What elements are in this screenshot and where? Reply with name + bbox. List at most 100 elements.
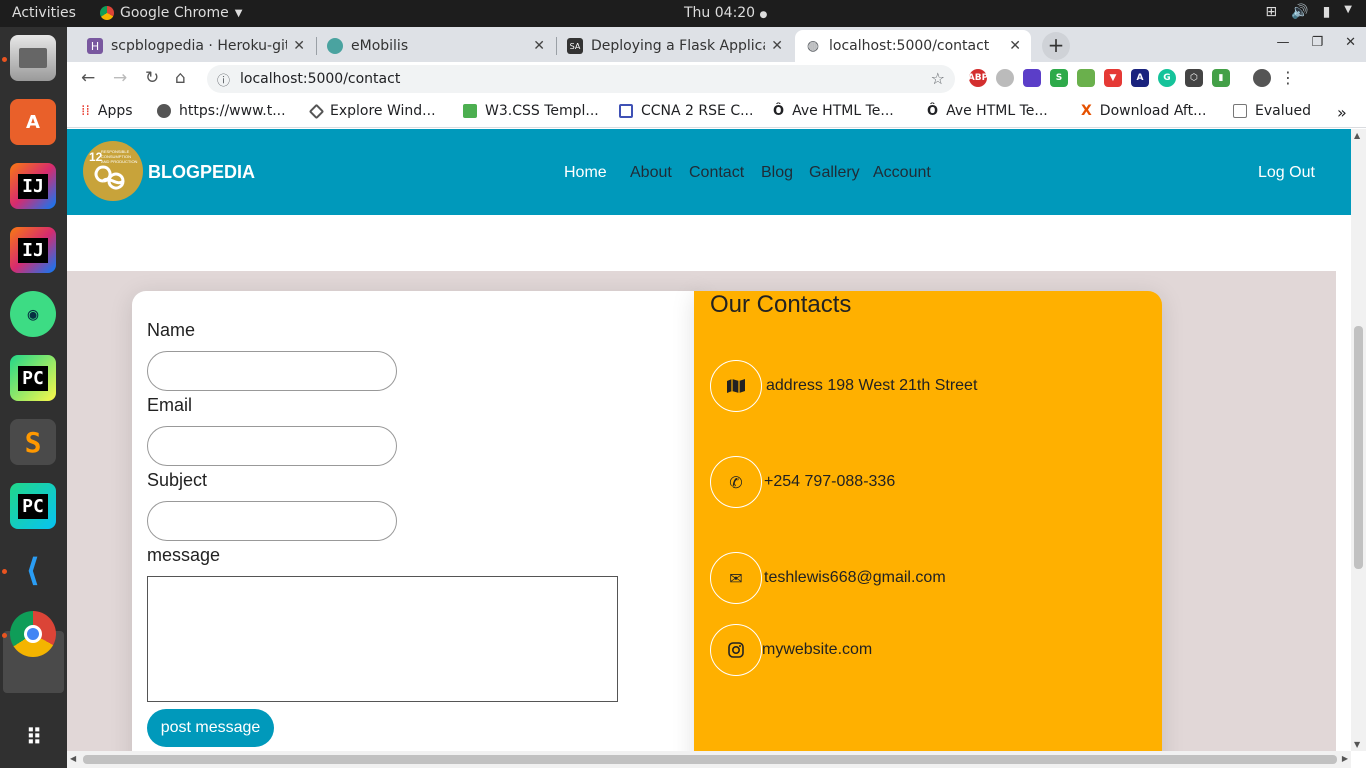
maximize-icon[interactable]: ❐ (1311, 35, 1323, 50)
contact-section: Name Email Subject message post message … (67, 271, 1336, 751)
clock-label: Thu 04:20 (684, 5, 756, 21)
home-button[interactable]: ⌂ (175, 68, 186, 88)
bookmark-item[interactable]: Explore Wind... (308, 103, 436, 119)
activities-button[interactable]: Activities (12, 5, 76, 21)
android-studio-icon[interactable]: ◉ (10, 291, 56, 337)
bookmark-item[interactable]: Ô Ave HTML Te... (927, 103, 1048, 119)
bookmark-label: Explore Wind... (330, 103, 436, 119)
contact-address: address 198 West 21th Street (710, 360, 977, 412)
nav-blog[interactable]: Blog (761, 164, 793, 182)
horizontal-scroll-thumb[interactable] (83, 755, 1337, 764)
tab-deploying-flask[interactable]: SA Deploying a Flask Applica ✕ (557, 30, 793, 62)
address-bar[interactable]: ⓘ localhost:5000/contact ☆ (207, 65, 955, 93)
bookmark-star-icon[interactable]: ☆ (931, 69, 945, 88)
nav-home[interactable]: Home (564, 164, 607, 182)
scroll-up-icon[interactable]: ▲ (1354, 131, 1360, 140)
intellij-icon[interactable]: IJ (10, 163, 56, 209)
minimize-icon[interactable]: — (1276, 35, 1289, 50)
name-field[interactable] (147, 351, 397, 391)
email-field[interactable] (147, 426, 397, 466)
tab-title: localhost:5000/contact (829, 38, 990, 54)
files-icon[interactable] (10, 35, 56, 81)
battery-icon: ▮ (1322, 4, 1331, 20)
menu-kebab-icon[interactable]: ⋮ (1280, 69, 1296, 87)
grammarly-icon[interactable]: G (1158, 69, 1176, 87)
close-icon[interactable]: ✕ (533, 38, 545, 54)
app-store-icon[interactable]: A (10, 99, 56, 145)
reload-button[interactable]: ↻ (145, 68, 159, 88)
close-icon[interactable]: ✕ (1345, 35, 1356, 50)
nav-contact[interactable]: Contact (689, 164, 744, 182)
nav-account[interactable]: Account (873, 164, 931, 182)
info-icon[interactable]: ⓘ (217, 70, 230, 89)
tab-localhost-contact[interactable]: ◍ localhost:5000/contact ✕ (795, 30, 1031, 62)
scroll-left-icon[interactable]: ◀ (70, 754, 76, 763)
pycharm-icon[interactable]: PC (10, 483, 56, 529)
logout-link[interactable]: Log Out (1258, 164, 1315, 182)
new-tab-button[interactable]: + (1042, 32, 1070, 60)
browser-toolbar: ← → ↻ ⌂ ⓘ localhost:5000/contact ☆ ABP S… (67, 62, 1366, 96)
bookmark-item[interactable]: https://www.t... (157, 103, 286, 119)
app-menu[interactable]: Google Chrome ▼ (100, 5, 242, 21)
instagram-icon (710, 624, 762, 676)
post-message-button[interactable]: post message (147, 709, 274, 747)
extension-icon[interactable]: ⬡ (1185, 69, 1203, 87)
chrome-icon[interactable] (10, 611, 56, 657)
extension-icon[interactable] (1023, 69, 1041, 87)
close-icon[interactable]: ✕ (1009, 38, 1021, 54)
clock[interactable]: Thu 04:20 ● (684, 5, 767, 21)
vscode-icon[interactable]: ⟨ (10, 547, 56, 593)
address-text: address 198 West 21th Street (766, 377, 978, 394)
close-icon[interactable]: ✕ (771, 38, 783, 54)
extension-icon[interactable] (996, 69, 1014, 87)
bookmark-apps[interactable]: ⁞⁞ Apps (81, 103, 133, 119)
message-textarea[interactable] (147, 576, 618, 702)
adblock-icon[interactable]: ABP (968, 69, 988, 87)
back-button[interactable]: ← (81, 68, 95, 88)
bookmark-item[interactable]: W3.CSS Templ... (463, 103, 599, 119)
extension-icon[interactable]: S (1050, 69, 1068, 87)
subject-field[interactable] (147, 501, 397, 541)
forward-button[interactable]: → (113, 68, 127, 88)
horizontal-scrollbar[interactable]: ◀ ▶ (67, 751, 1351, 768)
bookmark-item[interactable]: CCNA 2 RSE C... (619, 103, 753, 119)
extension-icon[interactable] (1077, 69, 1095, 87)
close-icon[interactable]: ✕ (293, 38, 305, 54)
extension-icon[interactable]: A (1131, 69, 1149, 87)
app-grid-icon[interactable]: ⠿ (10, 715, 56, 761)
vertical-scrollbar[interactable]: ▲ ▼ (1351, 129, 1366, 751)
contact-website: mywebsite.com (710, 624, 872, 676)
bookmark-item[interactable]: Evalued (1233, 103, 1311, 119)
caret-down-icon: ▼ (1344, 4, 1352, 15)
scroll-right-icon[interactable]: ▶ (1342, 754, 1348, 763)
page-viewport: 12 RESPONSIBLE CONSUMPTION AND PRODUCTIO… (67, 129, 1351, 751)
scroll-down-icon[interactable]: ▼ (1354, 740, 1360, 749)
heroku-icon: H (87, 38, 103, 54)
bookmark-item[interactable]: Ô Ave HTML Te... (773, 103, 894, 119)
nav-about[interactable]: About (630, 164, 672, 182)
tab-emobilis[interactable]: eMobilis ✕ (317, 30, 555, 62)
vertical-scroll-thumb[interactable] (1354, 326, 1363, 569)
more-bookmarks-icon[interactable]: » (1337, 103, 1347, 122)
site-logo[interactable]: 12 RESPONSIBLE CONSUMPTION AND PRODUCTIO… (83, 141, 143, 201)
intellij-icon[interactable]: IJ (10, 227, 56, 273)
site-brand[interactable]: BLOGPEDIA (148, 162, 255, 183)
bookmark-label: Apps (97, 103, 133, 119)
bookmark-label: W3.CSS Templ... (485, 103, 599, 119)
pycharm-icon[interactable]: PC (10, 355, 56, 401)
tab-heroku[interactable]: H scpblogpedia · Heroku-git ✕ (77, 30, 315, 62)
sa-icon: SA (567, 38, 583, 54)
avatar[interactable] (1253, 69, 1271, 87)
contact-phone: ✆ +254 797-088-336 (710, 456, 895, 508)
map-icon (710, 360, 762, 412)
contact-email: ✉ teshlewis668@gmail.com (710, 552, 946, 604)
apps-grid-icon: ⁞⁞ (81, 103, 90, 119)
window-controls: — ❐ ✕ (1276, 35, 1356, 50)
extension-icon[interactable]: ▮ (1212, 69, 1230, 87)
bookmark-item[interactable]: X Download Aft... (1081, 103, 1206, 119)
pocket-icon[interactable]: ▼ (1104, 69, 1122, 87)
tab-title: eMobilis (351, 38, 409, 54)
sublime-text-icon[interactable]: S (10, 419, 56, 465)
system-status-area[interactable]: ⊞ 🔊 ▮ ▼ (1265, 4, 1352, 20)
nav-gallery[interactable]: Gallery (809, 164, 860, 182)
